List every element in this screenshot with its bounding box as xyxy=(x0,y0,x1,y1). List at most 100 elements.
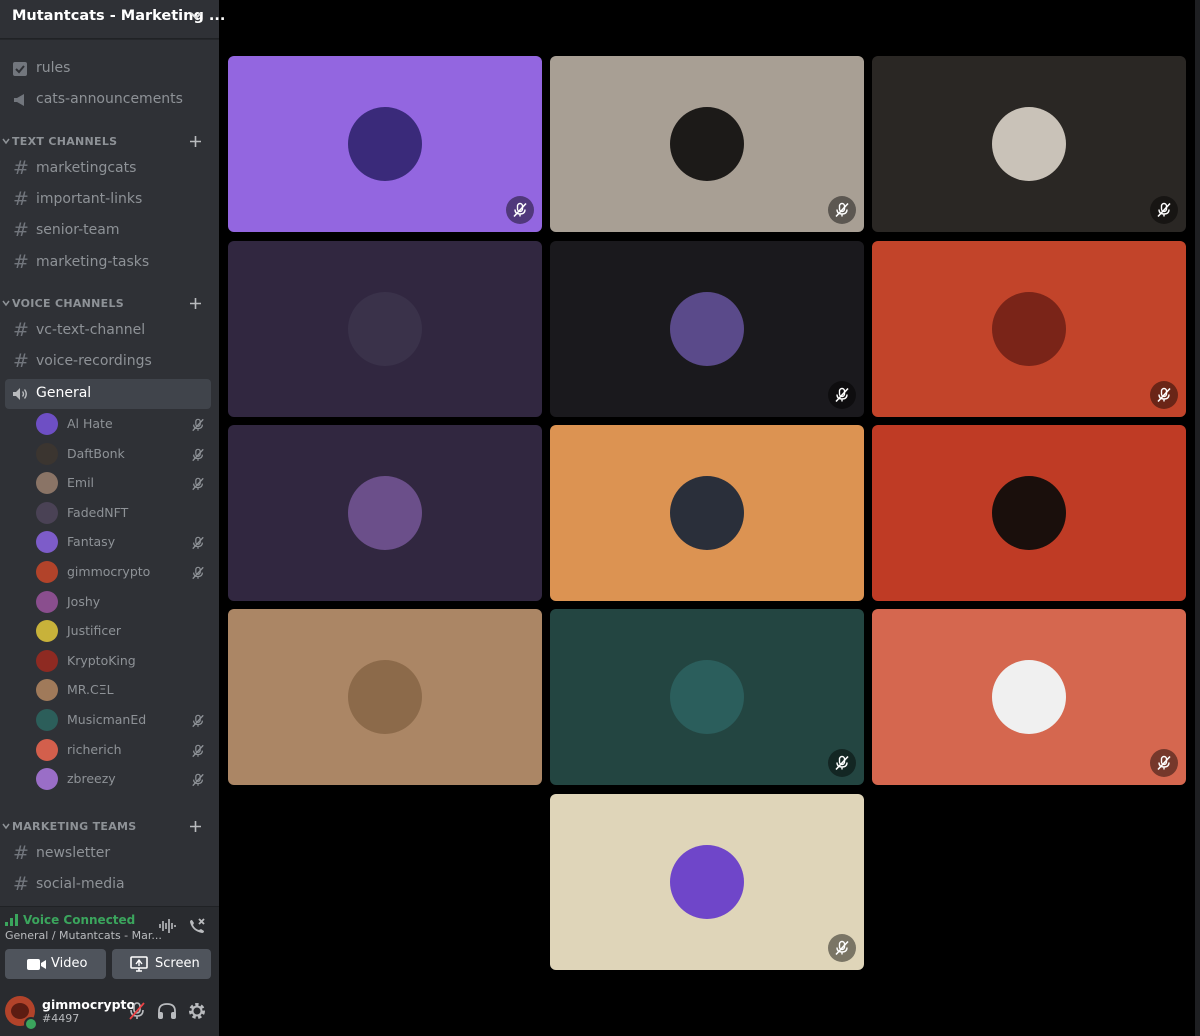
video-tile[interactable] xyxy=(550,609,864,785)
voice-user-name: FadedNFT xyxy=(67,504,129,520)
screen-label: Screen xyxy=(155,956,200,971)
avatar xyxy=(992,107,1066,181)
video-tile[interactable] xyxy=(228,425,542,601)
avatar xyxy=(36,501,58,524)
voice-location[interactable]: General / Mutantcats - Mar... xyxy=(5,929,162,942)
channel-marketing-tasks[interactable]: # marketing-tasks xyxy=(5,248,211,278)
add-channel-icon[interactable] xyxy=(188,296,203,311)
voice-user-name: Fantasy xyxy=(67,534,116,550)
voice-user-item[interactable]: FadedNFT xyxy=(36,499,208,527)
channel-vc-text-channel[interactable]: # vc-text-channel xyxy=(5,316,211,346)
voice-channel-general[interactable]: General xyxy=(5,379,211,409)
voice-user-item[interactable]: gimmocrypto xyxy=(36,558,208,586)
video-tile[interactable] xyxy=(228,609,542,785)
avatar xyxy=(348,660,422,734)
channel-marketingcats[interactable]: # marketingcats xyxy=(5,154,211,184)
avatar xyxy=(36,531,58,554)
microphone-muted-icon xyxy=(191,772,205,791)
voice-user-item[interactable]: KryptoKing xyxy=(36,647,208,675)
channel-label: rules xyxy=(36,60,71,76)
avatar xyxy=(992,660,1066,734)
voice-user-item[interactable]: Al Hate xyxy=(36,410,208,438)
hash-icon: # xyxy=(13,157,29,179)
headphones-icon[interactable] xyxy=(157,1002,177,1020)
speaker-icon xyxy=(13,388,27,400)
voice-status[interactable]: Voice Connected xyxy=(23,913,135,927)
voice-user-name: Emil xyxy=(67,475,95,491)
video-tile[interactable] xyxy=(872,241,1186,417)
video-tile[interactable] xyxy=(550,425,864,601)
disconnect-icon[interactable] xyxy=(187,917,207,935)
category-voice-channels[interactable]: VOICE CHANNELS xyxy=(0,294,219,314)
voice-user-name: Joshy xyxy=(67,593,101,609)
caret-down-icon xyxy=(2,138,10,145)
caret-down-icon xyxy=(2,823,10,830)
avatar xyxy=(36,709,58,731)
avatar xyxy=(348,107,422,181)
voice-user-name: DaftBonk xyxy=(67,445,125,461)
video-tile[interactable] xyxy=(872,425,1186,601)
video-tile[interactable] xyxy=(550,241,864,417)
category-label: MARKETING TEAMS xyxy=(12,820,137,833)
video-tile[interactable] xyxy=(228,56,542,232)
avatar xyxy=(348,292,422,366)
online-status-icon xyxy=(24,1017,38,1031)
server-header[interactable]: Mutantcats - Marketing ... xyxy=(0,0,225,39)
microphone-muted-icon xyxy=(191,476,205,495)
voice-user-item[interactable]: MR.CΞL xyxy=(36,676,208,704)
microphone-muted-icon xyxy=(828,381,856,409)
voice-user-name: richerich xyxy=(67,741,122,757)
category-label: TEXT CHANNELS xyxy=(12,135,118,148)
scrollbar[interactable] xyxy=(1195,0,1200,1036)
channel-label: voice-recordings xyxy=(36,353,152,369)
microphone-muted-icon xyxy=(828,749,856,777)
add-channel-icon[interactable] xyxy=(188,819,203,834)
avatar xyxy=(670,845,744,919)
video-tile[interactable] xyxy=(550,794,864,970)
channel-newsletter[interactable]: # newsletter xyxy=(5,839,211,869)
voice-user-item[interactable]: Justificer xyxy=(36,617,208,645)
voice-user-item[interactable]: richerich xyxy=(36,736,208,764)
category-marketing-teams[interactable]: MARKETING TEAMS xyxy=(0,817,219,837)
channel-important-links[interactable]: # important-links xyxy=(5,185,211,215)
video-tile[interactable] xyxy=(550,56,864,232)
video-tile[interactable] xyxy=(228,241,542,417)
channel-label: vc-text-channel xyxy=(36,322,146,338)
microphone-muted-icon xyxy=(828,196,856,224)
microphone-muted-icon[interactable] xyxy=(128,1001,146,1021)
voice-user-item[interactable]: Emil xyxy=(36,469,208,497)
channel-rules[interactable]: rules xyxy=(5,54,211,84)
category-text-channels[interactable]: TEXT CHANNELS xyxy=(0,132,219,152)
add-channel-icon[interactable] xyxy=(188,134,203,149)
signal-icon[interactable] xyxy=(5,914,19,926)
channel-cats-announcements[interactable]: cats-announcements xyxy=(5,85,211,115)
announcement-icon xyxy=(14,94,24,106)
screen-share-icon xyxy=(130,956,148,972)
video-tile[interactable] xyxy=(872,56,1186,232)
settings-gear-icon[interactable] xyxy=(187,1001,207,1021)
microphone-muted-icon xyxy=(1150,196,1178,224)
channel-senior-team[interactable]: # senior-team xyxy=(5,216,211,246)
channel-voice-recordings[interactable]: # voice-recordings xyxy=(5,347,211,377)
video-tile[interactable] xyxy=(872,609,1186,785)
channel-label: General xyxy=(36,385,92,401)
screen-share-button[interactable]: Screen xyxy=(112,949,211,979)
voice-user-item[interactable]: Fantasy xyxy=(36,528,208,556)
video-button[interactable]: Video xyxy=(5,949,106,979)
voice-user-name: MusicmanEd xyxy=(67,712,147,727)
hash-icon: # xyxy=(13,873,29,895)
channel-social-media[interactable]: # social-media xyxy=(5,870,211,900)
hash-icon: # xyxy=(13,219,29,241)
camera-icon xyxy=(27,959,46,970)
noise-suppression-icon[interactable] xyxy=(158,918,176,934)
avatar xyxy=(36,413,58,435)
avatar xyxy=(36,590,58,613)
voice-user-item[interactable]: DaftBonk xyxy=(36,440,208,468)
microphone-muted-icon xyxy=(191,417,205,436)
avatar xyxy=(36,472,58,495)
username[interactable]: gimmocrypto xyxy=(42,997,135,1012)
voice-user-item[interactable]: zbreezy xyxy=(36,765,208,793)
voice-user-item[interactable]: Joshy xyxy=(36,588,208,616)
channel-sidebar: Mutantcats - Marketing ... rules cats-an… xyxy=(0,0,225,1036)
voice-user-item[interactable]: MusicmanEd xyxy=(36,706,208,734)
